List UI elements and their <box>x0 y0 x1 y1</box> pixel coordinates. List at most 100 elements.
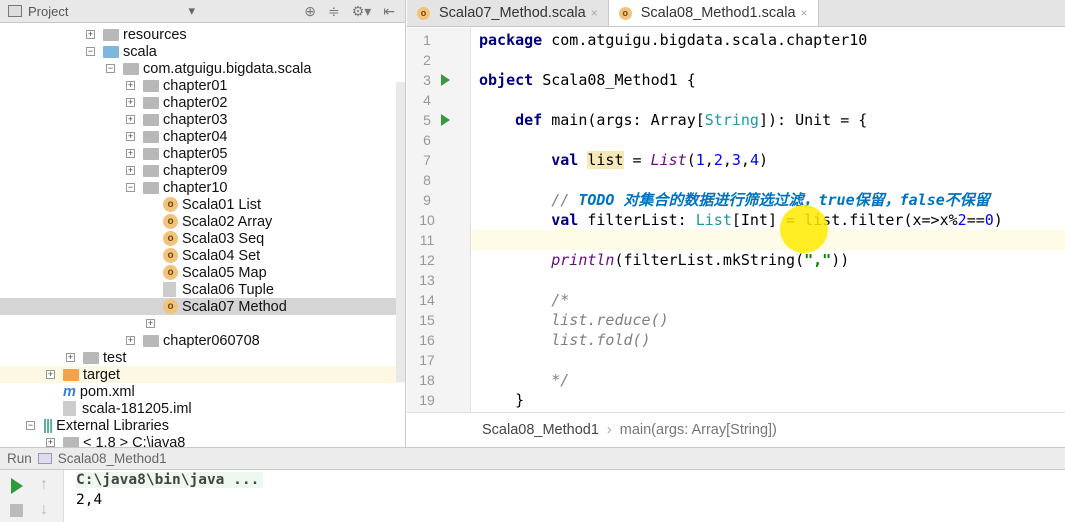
code-token: (filterList.mkString( <box>614 251 805 269</box>
collapse-icon[interactable]: − <box>106 64 115 73</box>
expand-icon[interactable]: + <box>146 319 155 328</box>
scrollbar[interactable] <box>396 82 405 382</box>
collapse-icon[interactable]: − <box>26 421 35 430</box>
code-line[interactable]: object Scala08_Method1 { <box>479 70 696 90</box>
expand-icon[interactable]: + <box>126 149 135 158</box>
scala-object-icon: o <box>163 197 178 212</box>
line-number: 10 <box>419 212 435 228</box>
code-token: ]): Unit = { <box>758 111 868 129</box>
expand-icon[interactable]: + <box>46 438 55 447</box>
code-token: 3 <box>731 151 741 169</box>
run-gutter-icon[interactable] <box>441 74 450 86</box>
editor-tabs: o Scala07_Method.scala × o Scala08_Method1.s… <box>407 0 1065 27</box>
collapse-icon[interactable]: − <box>126 183 135 192</box>
project-panel: Project ▾ ⊕ ≑ ⚙▾ ⇤ + resources − scala − com.… <box>0 0 406 451</box>
expand-icon[interactable]: + <box>126 98 135 107</box>
locate-icon[interactable]: ⊕ <box>304 3 316 20</box>
tree-item[interactable]: + chapter05 <box>126 145 228 162</box>
line-number: 11 <box>419 232 435 248</box>
editor-tab[interactable]: o Scala07_Method.scala × <box>407 0 609 26</box>
tree-item[interactable]: o Scala03 Seq <box>146 230 264 247</box>
code-line[interactable]: val list = List(1,2,3,4) <box>479 150 768 170</box>
collapse-icon[interactable]: − <box>86 47 95 56</box>
breadcrumb-object[interactable]: Scala08_Method1 <box>482 422 599 438</box>
tree-item[interactable]: + target <box>46 366 120 383</box>
tree-item[interactable]: o Scala04 Set <box>146 247 260 264</box>
code-line[interactable]: val filterList: List[Int] = list.filter(… <box>479 210 1003 230</box>
tree-item[interactable]: o Scala01 List <box>146 196 261 213</box>
code-line[interactable]: list.fold() <box>479 330 650 350</box>
code-line[interactable]: def main(args: Array[String]): Unit = { <box>479 110 867 130</box>
expand-icon[interactable]: + <box>126 81 135 90</box>
up-arrow-icon[interactable]: ↑ <box>40 476 48 494</box>
tree-item[interactable]: o Scala07 Method <box>146 298 287 315</box>
close-icon[interactable]: × <box>591 6 598 20</box>
tree-item[interactable]: + chapter060708 <box>126 332 260 349</box>
code-line[interactable]: package com.atguigu.bigdata.scala.chapte… <box>479 30 867 50</box>
expand-icon[interactable]: + <box>126 115 135 124</box>
folder-icon <box>143 130 159 143</box>
tree-item[interactable]: − ||| External Libraries <box>26 417 169 434</box>
collapse-icon[interactable]: ≑ <box>328 3 340 20</box>
down-arrow-icon[interactable]: ↓ <box>40 501 48 519</box>
code-token: 2 <box>957 211 967 229</box>
code-token: "," <box>804 251 832 269</box>
tree-item[interactable]: m pom.xml <box>46 383 135 400</box>
run-label[interactable]: Run <box>7 451 32 466</box>
close-icon[interactable]: × <box>801 6 808 20</box>
dropdown-icon[interactable]: ▾ <box>188 3 195 19</box>
line-number: 6 <box>423 132 431 148</box>
code-line[interactable]: // TODO 对集合的数据进行筛选过滤，true保留，false不保留 <box>479 190 990 210</box>
source-folder-icon <box>103 45 119 58</box>
tree-item[interactable]: + chapter01 <box>126 77 228 94</box>
editor-tab[interactable]: o Scala08_Method1.scala × <box>608 0 819 26</box>
tree-item[interactable]: + chapter09 <box>126 162 228 179</box>
stop-icon[interactable] <box>10 504 23 517</box>
rerun-icon[interactable] <box>11 478 23 494</box>
breadcrumb-method[interactable]: main(args: Array[String]) <box>620 422 777 438</box>
gear-icon[interactable]: ⚙▾ <box>352 3 372 20</box>
expand-icon[interactable]: + <box>46 370 55 379</box>
tree-item[interactable]: + <box>146 315 163 332</box>
run-config-name[interactable]: Scala08_Method1 <box>58 451 167 466</box>
tree-item[interactable]: o Scala02 Array <box>146 213 272 230</box>
run-gutter-icon[interactable] <box>441 114 450 126</box>
tree-item-label: Scala01 List <box>182 196 261 213</box>
hide-icon[interactable]: ⇤ <box>383 3 395 20</box>
tree-item[interactable]: scala-181205.iml <box>46 400 192 417</box>
code-line[interactable]: list.reduce() <box>479 310 668 330</box>
project-title[interactable]: Project <box>28 4 68 19</box>
code-line[interactable]: println(filterList.mkString(",")) <box>479 250 849 270</box>
tree-item-label: chapter01 <box>163 77 228 94</box>
line-number: 16 <box>419 332 435 348</box>
tree-item[interactable]: Scala06 Tuple <box>146 281 274 298</box>
tree-item-label: chapter060708 <box>163 332 260 349</box>
expand-icon[interactable]: + <box>86 30 95 39</box>
tree-item[interactable]: + chapter04 <box>126 128 228 145</box>
tree-item[interactable]: o Scala05 Map <box>146 264 267 281</box>
code-line[interactable]: /* <box>479 290 569 310</box>
code-line[interactable]: */ <box>479 370 569 390</box>
code-token: package <box>479 31 543 49</box>
line-number: 19 <box>419 392 435 408</box>
tree-item[interactable]: − com.atguigu.bigdata.scala <box>106 60 311 77</box>
expand-icon[interactable]: + <box>66 353 75 362</box>
expand-icon[interactable]: + <box>126 166 135 175</box>
code-line[interactable]: } <box>479 390 524 410</box>
line-number: 1 <box>423 32 431 48</box>
tree-item[interactable]: − chapter10 <box>126 179 228 196</box>
tree-item[interactable]: + test <box>66 349 126 366</box>
tree-item[interactable]: + chapter03 <box>126 111 228 128</box>
code-token: , <box>704 151 714 169</box>
line-number: 2 <box>423 52 431 68</box>
tree-item[interactable]: + resources <box>86 26 187 43</box>
code-editor[interactable]: 1 package com.atguigu.bigdata.scala.chapt… <box>407 28 1065 412</box>
expand-icon[interactable]: + <box>126 336 135 345</box>
tree-item[interactable]: + chapter02 <box>126 94 228 111</box>
folder-icon <box>123 62 139 75</box>
tree-item[interactable]: − scala <box>86 43 157 60</box>
expand-icon[interactable]: + <box>126 132 135 141</box>
